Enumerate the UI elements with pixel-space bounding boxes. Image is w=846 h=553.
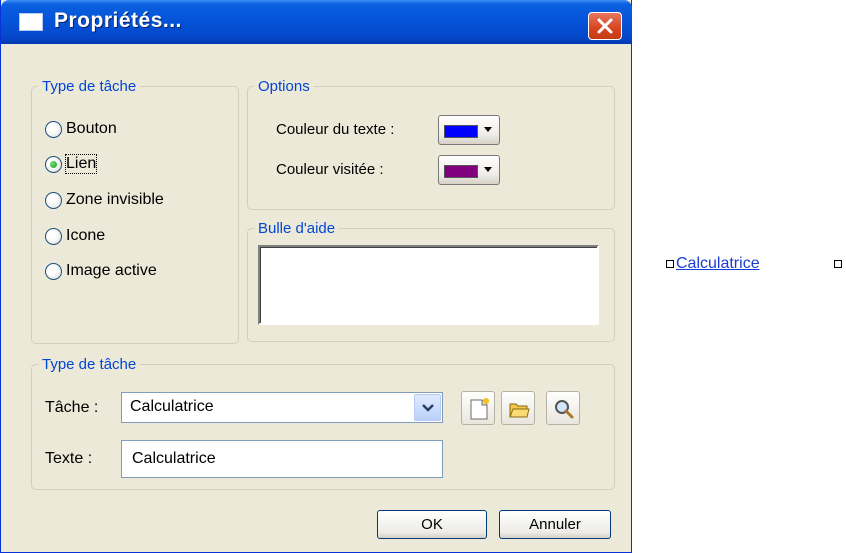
text-color-swatch <box>444 125 478 138</box>
task-combobox-value: Calculatrice <box>130 398 214 415</box>
window-icon <box>19 13 43 31</box>
task-combobox[interactable]: Calculatrice <box>121 392 443 423</box>
radio-label: Icone <box>66 227 106 244</box>
options-legend: Options <box>258 78 310 95</box>
radio-image-active[interactable]: Image active <box>45 260 157 282</box>
radio-label: Zone invisible <box>66 191 164 208</box>
visited-color-picker[interactable] <box>438 155 500 185</box>
chevron-down-icon <box>422 404 434 412</box>
text-field[interactable]: Calculatrice <box>121 440 443 478</box>
radio-label: Lien <box>64 154 98 174</box>
radio-button[interactable] <box>45 155 62 173</box>
text-color-label: Couleur du texte : <box>276 121 395 138</box>
open-task-button[interactable] <box>501 391 535 425</box>
task-type-legend: Type de tâche <box>42 78 137 95</box>
radio-bouton[interactable]: Bouton <box>45 118 117 140</box>
resize-handle[interactable] <box>666 260 674 268</box>
options-group: Options <box>247 78 615 210</box>
chevron-down-icon <box>484 127 492 132</box>
new-document-icon <box>470 398 489 420</box>
task-dropdown-button[interactable] <box>414 394 441 421</box>
radio-zone-invisible[interactable]: Zone invisible <box>45 189 164 211</box>
task-group-legend: Type de tâche <box>42 356 137 373</box>
tooltip-textarea[interactable] <box>258 245 599 325</box>
tooltip-legend: Bulle d'aide <box>258 220 336 237</box>
radio-button[interactable] <box>45 120 62 138</box>
folder-open-icon <box>509 403 530 418</box>
visited-color-label: Couleur visitée : <box>276 161 384 178</box>
radio-icone[interactable]: Icone <box>45 225 105 247</box>
close-button[interactable] <box>588 12 622 40</box>
preview-link[interactable]: Calculatrice <box>676 255 760 273</box>
radio-label: Bouton <box>66 120 117 137</box>
visited-color-swatch <box>444 165 478 178</box>
properties-dialog: Propriétés... Type de tâche Bouton Lien … <box>0 0 632 553</box>
text-color-picker[interactable] <box>438 115 500 145</box>
magnifier-icon <box>555 400 574 419</box>
new-task-button[interactable] <box>461 391 495 425</box>
radio-button[interactable] <box>45 227 62 245</box>
resize-handle[interactable] <box>834 260 842 268</box>
chevron-down-icon <box>484 167 492 172</box>
text-label: Texte : <box>45 450 93 467</box>
radio-button[interactable] <box>45 262 62 280</box>
radio-label: Image active <box>66 262 157 279</box>
ok-button[interactable]: OK <box>377 510 487 539</box>
browse-task-button[interactable] <box>546 391 580 425</box>
dialog-title: Propriétés... <box>54 9 182 32</box>
title-bar[interactable]: Propriétés... <box>1 0 632 44</box>
cancel-button[interactable]: Annuler <box>499 510 611 539</box>
radio-lien[interactable]: Lien <box>45 153 98 175</box>
link-preview[interactable]: Calculatrice <box>666 255 842 277</box>
close-icon <box>597 18 613 34</box>
radio-button[interactable] <box>45 191 62 209</box>
task-label: Tâche : <box>45 399 99 416</box>
